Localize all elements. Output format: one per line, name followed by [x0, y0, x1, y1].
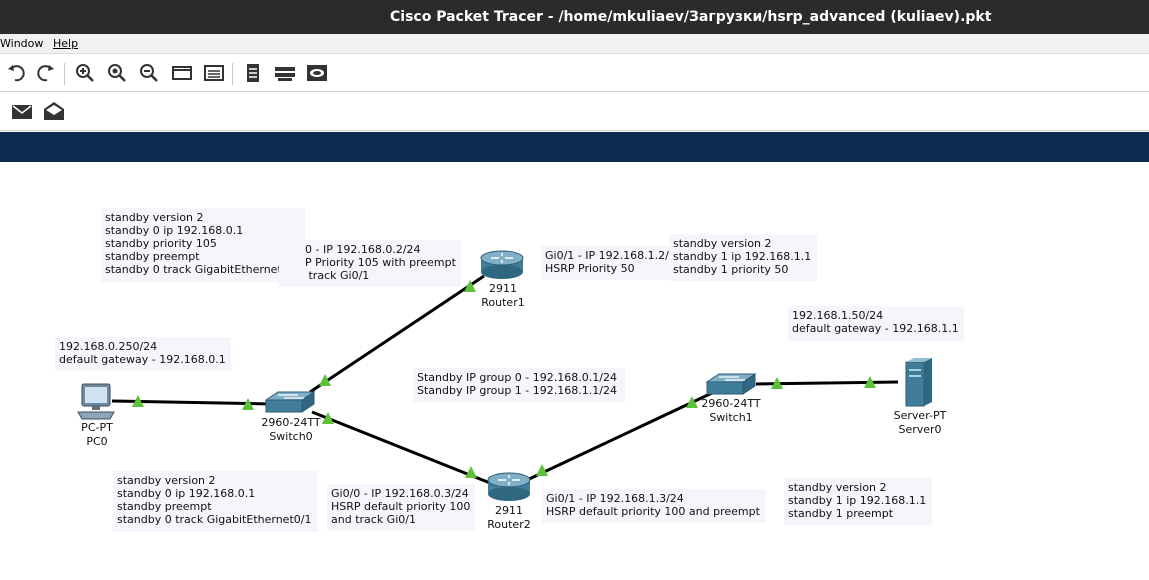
server0-name: Server0	[898, 423, 942, 436]
router-icon[interactable]	[479, 249, 525, 281]
router2-model: 2911	[494, 504, 523, 517]
menu-window[interactable]: Window	[0, 34, 43, 54]
switch1-label: 2960-24TT Switch1	[701, 397, 760, 425]
pc0-label: PC-PT PC0	[81, 421, 113, 449]
physical-view-icon[interactable]	[273, 61, 297, 85]
switch1-name: Switch1	[709, 411, 753, 424]
complex-pdu-icon[interactable]	[42, 99, 66, 123]
server0-model: Server-PT	[893, 409, 947, 422]
pc0-name: PC0	[86, 435, 108, 448]
redo-icon[interactable]	[34, 61, 58, 85]
pc-icon[interactable]	[76, 382, 116, 422]
simple-pdu-icon[interactable]	[10, 100, 34, 124]
pc0-model: PC-PT	[81, 421, 113, 434]
logical-workspace[interactable]: standby version 2 standby 0 ip 192.168.0…	[0, 162, 1149, 580]
palette-icon[interactable]	[170, 61, 194, 85]
topology-links	[111, 274, 899, 485]
zoom-in-icon[interactable]	[73, 61, 97, 85]
window-title: Cisco Packet Tracer - /home/mkuliaev/Заг…	[390, 9, 992, 25]
logical-view-bar	[0, 132, 1149, 162]
router1-label: 2911 Router1	[481, 282, 524, 310]
cable-switch0-router1[interactable]	[309, 274, 485, 394]
switch-icon[interactable]	[264, 390, 316, 416]
toolbar-separator	[64, 63, 65, 85]
router2-name: Router2	[487, 518, 531, 531]
pdu-list-icon[interactable]	[241, 61, 265, 85]
zoom-reset-icon[interactable]	[105, 61, 129, 85]
secondary-toolbar	[0, 93, 1149, 131]
router-icon[interactable]	[486, 471, 532, 503]
menu-bar: Window Help	[0, 34, 1149, 54]
switch0-model: 2960-24TT	[261, 416, 321, 429]
server-icon[interactable]	[902, 356, 934, 408]
undo-icon[interactable]	[4, 61, 28, 85]
router1-model: 2911	[488, 282, 517, 295]
switch0-name: Switch0	[269, 430, 313, 443]
switch0-label: 2960-24TT Switch0	[261, 416, 320, 444]
router1-name: Router1	[481, 296, 525, 309]
cable-switch0-router2[interactable]	[311, 410, 491, 485]
cluster-icon[interactable]	[305, 61, 329, 85]
link-light-router2-sw0	[465, 466, 477, 478]
menu-help[interactable]: Help	[53, 34, 78, 54]
main-toolbar	[0, 55, 1149, 92]
server0-label: Server-PT Server0	[894, 409, 947, 437]
zoom-out-icon[interactable]	[137, 61, 161, 85]
router2-label: 2911 Router2	[487, 504, 530, 532]
cable-router2-switch1[interactable]	[526, 391, 713, 482]
switch-icon[interactable]	[705, 372, 757, 398]
device-template-icon[interactable]	[202, 61, 226, 85]
toolbar-separator	[232, 63, 233, 85]
switch1-model: 2960-24TT	[701, 397, 761, 410]
title-bar: Cisco Packet Tracer - /home/mkuliaev/Заг…	[0, 0, 1149, 34]
